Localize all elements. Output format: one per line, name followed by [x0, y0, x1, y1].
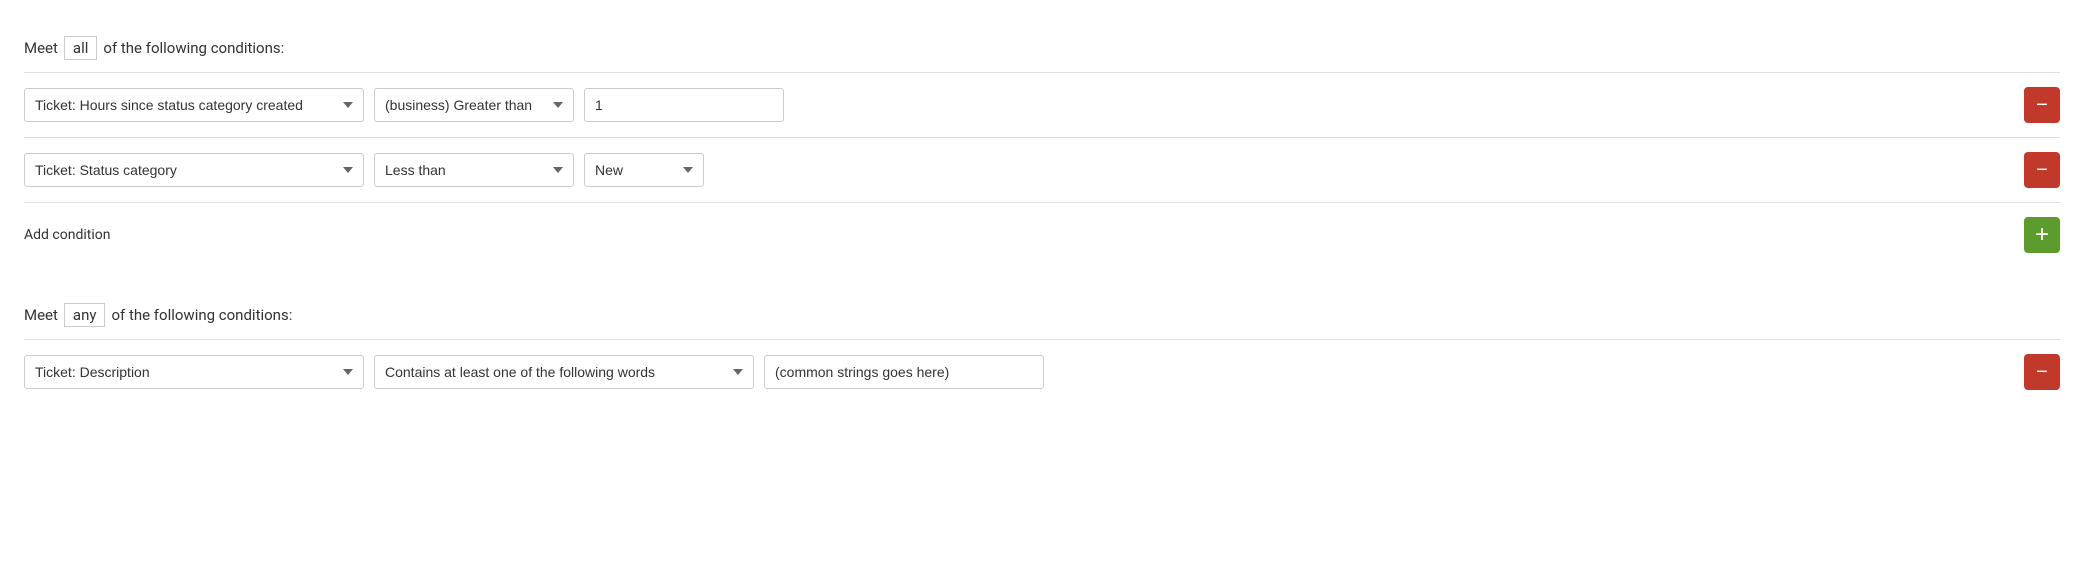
condition-3-value-input[interactable]	[764, 355, 1044, 389]
condition-3-remove-button[interactable]: −	[2024, 354, 2060, 390]
meet-all-header: Meet all of the following conditions:	[24, 20, 2060, 72]
condition-2-value-select[interactable]: New Open Pending Solved Closed	[584, 153, 704, 187]
condition-1-remove-button[interactable]: −	[2024, 87, 2060, 123]
condition-1-value-input[interactable]	[584, 88, 784, 122]
condition-1-field-select[interactable]: Ticket: Hours since status category crea…	[24, 88, 364, 122]
condition-2-remove-button[interactable]: −	[2024, 152, 2060, 188]
add-condition-row: Add condition +	[24, 202, 2060, 267]
section-any: Meet any of the following conditions: Ti…	[24, 287, 2060, 404]
condition-row-2: Ticket: Hours since status category crea…	[24, 137, 2060, 202]
meet-all-prefix: Meet	[24, 39, 58, 57]
section-all: Meet all of the following conditions: Ti…	[24, 20, 2060, 267]
add-condition-button[interactable]: +	[2024, 217, 2060, 253]
section-spacer	[24, 267, 2060, 287]
condition-1-fields: Ticket: Hours since status category crea…	[24, 88, 2014, 122]
meet-any-header: Meet any of the following conditions:	[24, 287, 2060, 339]
condition-3-operator-select[interactable]: Contains at least one of the following w…	[374, 355, 754, 389]
meet-all-suffix: of the following conditions:	[103, 39, 284, 57]
meet-any-keyword: any	[64, 303, 106, 327]
condition-row-3: Ticket: Hours since status category crea…	[24, 339, 2060, 404]
add-condition-label[interactable]: Add condition	[24, 227, 110, 243]
condition-2-fields: Ticket: Hours since status category crea…	[24, 153, 2014, 187]
condition-2-field-select[interactable]: Ticket: Hours since status category crea…	[24, 153, 364, 187]
condition-row-1: Ticket: Hours since status category crea…	[24, 72, 2060, 137]
meet-any-suffix: of the following conditions:	[111, 306, 292, 324]
condition-3-fields: Ticket: Hours since status category crea…	[24, 355, 2014, 389]
condition-3-field-select[interactable]: Ticket: Hours since status category crea…	[24, 355, 364, 389]
meet-any-prefix: Meet	[24, 306, 58, 324]
condition-2-operator-select[interactable]: Less than Greater than Is Is not	[374, 153, 574, 187]
condition-1-operator-select[interactable]: (business) Greater than (business) Less …	[374, 88, 574, 122]
meet-all-keyword: all	[64, 36, 97, 60]
